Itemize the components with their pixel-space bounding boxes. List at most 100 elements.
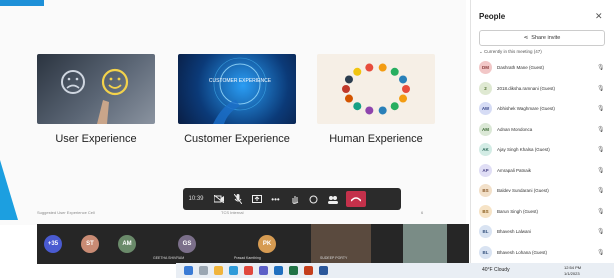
close-icon[interactable]: ✕ — [595, 11, 603, 22]
slide-accent-bar — [0, 0, 44, 6]
share-screen-icon — [251, 195, 262, 203]
hang-up-icon — [351, 196, 361, 202]
participant-row[interactable]: BS Barun Singh (Guest) 🎙 — [479, 203, 609, 219]
participant-name: 2018.diksha.ramnani (Guest) — [497, 85, 556, 91]
file-explorer-icon[interactable] — [214, 266, 223, 275]
participant-row[interactable]: BS Baldev Sundarani (Guest) 🎙 — [479, 182, 609, 198]
participant-row[interactable]: AP Amrapali Patnaik 🎙 — [479, 162, 609, 178]
participant-row[interactable]: 2 2018.diksha.ramnani (Guest) 🎙 — [479, 80, 609, 96]
participant-avatar: AP — [479, 163, 492, 177]
participant-row[interactable]: BL Bhavesh Lohana (Guest) 🎙 — [479, 244, 609, 260]
participant-name: Abhishek Waghmare (Guest) — [497, 106, 555, 111]
share-invite-button[interactable]: ⋖ Share invite — [479, 30, 605, 46]
ring-person-icon — [399, 94, 408, 103]
camera-toggle-button[interactable] — [209, 188, 228, 210]
teams-icon[interactable] — [259, 266, 268, 275]
mic-muted-icon: 🎙 — [597, 229, 605, 235]
participant-row[interactable]: BL Bhavesh Lalwani 🎙 — [479, 223, 609, 239]
participant-avatar: BS — [479, 204, 492, 218]
ring-person-icon — [344, 94, 353, 103]
participant-name: Adnan Mondonca — [497, 126, 533, 132]
clock-time[interactable]: 12:54 PM — [564, 265, 581, 270]
mic-muted-icon: 🎙 — [597, 65, 605, 71]
slide-footer-left: Suggested User Experience Cell — [37, 210, 95, 215]
tile-name-sudeep: SUDEEP PORTY — [320, 256, 348, 260]
participants-icon — [327, 195, 338, 204]
edge-icon[interactable] — [229, 266, 238, 275]
participant-avatar: BS — [479, 184, 492, 197]
mic-muted-icon: 🎙 — [597, 188, 605, 194]
weather-status[interactable]: 40°F Cloudy — [482, 267, 510, 273]
meeting-timer: 10:39 — [188, 196, 204, 202]
participant-avatar: AW — [479, 102, 492, 115]
mic-off-icon — [233, 194, 242, 204]
in-meeting-section-header[interactable]: ⌄ Currently in this meeting (47) — [479, 49, 542, 55]
participant-avatar: 2 — [479, 81, 492, 95]
participant-avatar: DM — [479, 61, 492, 74]
mic-muted-icon: 🎙 — [597, 106, 605, 112]
avatar-st[interactable]: ST — [81, 235, 99, 253]
mic-muted-icon: 🎙 — [597, 85, 605, 92]
share-screen-button[interactable] — [247, 188, 266, 210]
avatar-overflow[interactable]: +35 — [44, 235, 62, 253]
powerpoint-icon[interactable] — [304, 266, 313, 275]
raise-hand-button[interactable] — [285, 188, 304, 210]
mic-muted-icon: 🎙 — [597, 147, 605, 153]
chat-button[interactable] — [304, 188, 323, 210]
mic-muted-icon: 🎙 — [597, 249, 605, 256]
avatar-pk[interactable]: PK — [258, 235, 276, 253]
participant-row[interactable]: DM Dashrath Mane (Guest) 🎙 — [479, 59, 609, 75]
leave-call-button[interactable] — [346, 191, 366, 207]
human-experience-image — [317, 54, 435, 124]
avatar-gs[interactable]: GS — [178, 235, 196, 253]
slide-footer-mid: TCS Internal — [221, 210, 244, 215]
ring-person-icon — [378, 106, 387, 115]
participant-avatar: BL — [479, 245, 492, 259]
left-accent-shape — [0, 160, 18, 220]
ring-person-icon — [365, 106, 374, 115]
participant-row[interactable]: AK Ajay Singh Khalsa (Guest) 🎙 — [479, 141, 609, 157]
ring-person-icon — [378, 63, 387, 72]
ring-person-icon — [390, 102, 399, 111]
participant-row[interactable]: AM Adnan Mondonca 🎙 — [479, 121, 609, 137]
ring-person-icon — [344, 75, 353, 84]
outlook-icon[interactable] — [274, 266, 283, 275]
participant-name: Barun Singh (Guest) — [497, 208, 539, 214]
avatar-am[interactable]: AM — [118, 235, 136, 253]
customer-experience-image: CUSTOMER EXPERIENCE — [178, 54, 296, 124]
tile-name-prasad: Prasad Kamthing — [234, 256, 261, 260]
participant-avatar: BL — [479, 225, 492, 238]
participant-name: Bhavesh Lalwani — [497, 229, 532, 234]
excel-icon[interactable] — [289, 266, 298, 275]
camera-off-icon — [213, 195, 224, 203]
search-icon[interactable] — [199, 266, 208, 275]
ring-person-icon — [353, 102, 362, 111]
caption-user-experience: User Experience — [55, 133, 137, 145]
video-tile-user[interactable] — [403, 224, 447, 264]
mic-muted-icon: 🎙 — [597, 126, 605, 133]
ring-person-icon — [365, 63, 374, 72]
participant-name: Bhavesh Lohana (Guest) — [497, 249, 548, 255]
ring-person-icon — [402, 85, 410, 93]
ring-person-icon — [342, 85, 350, 93]
people-panel-title: People — [479, 12, 506, 21]
more-options-button[interactable]: ••• — [266, 188, 285, 210]
participants-button[interactable] — [323, 188, 342, 210]
people-panel: People ✕ ⋖ Share invite ⌄ Currently in t… — [470, 0, 614, 263]
mic-muted-icon: 🎙 — [597, 167, 605, 174]
clock-date[interactable]: 1/1/2023 — [564, 271, 580, 276]
slide-page-number: 6 — [421, 210, 424, 215]
more-icon: ••• — [271, 194, 280, 204]
user-experience-image — [37, 54, 155, 124]
participant-name: Dashrath Mane (Guest) — [497, 65, 545, 70]
windows-taskbar — [176, 263, 614, 278]
chat-icon — [309, 195, 318, 203]
meeting-toolbar: 10:39 ••• — [183, 188, 401, 210]
participant-row[interactable]: AW Abhishek Waghmare (Guest) 🎙 — [479, 100, 609, 116]
chrome-icon[interactable] — [244, 266, 253, 275]
mic-toggle-button[interactable] — [228, 188, 247, 210]
hand-icon — [292, 196, 298, 204]
caption-human-experience: Human Experience — [329, 133, 423, 145]
word-icon[interactable] — [319, 266, 328, 275]
start-icon[interactable] — [184, 266, 193, 275]
